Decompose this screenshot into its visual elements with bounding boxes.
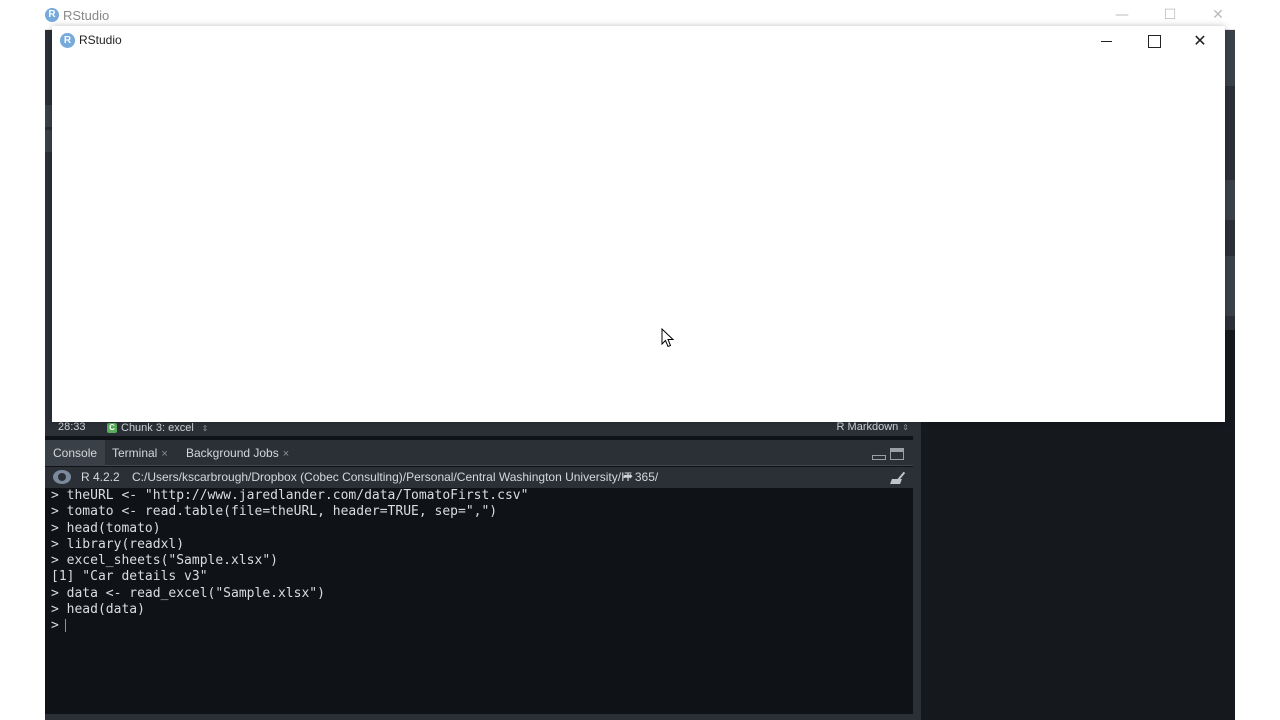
close-tab-icon[interactable]: × — [161, 448, 167, 460]
main-maximize-button[interactable]: ☐ — [1159, 6, 1181, 24]
console-path-bar: R 4.2.2 C:/Users/kscarbrough/Dropbox (Co… — [45, 467, 913, 488]
updown-arrow-icon: ⇕ — [201, 423, 209, 433]
console-line: > head(data) — [51, 602, 145, 618]
main-minimize-button[interactable]: — — [1111, 6, 1133, 24]
console-line: > data <- read_excel("Sample.xlsx") — [51, 585, 325, 601]
maximize-pane-icon[interactable] — [890, 448, 904, 460]
minimize-pane-icon[interactable] — [871, 448, 886, 460]
window-bottom-edge — [45, 714, 921, 720]
dialog-title-bar[interactable]: R RStudio ✕ — [52, 26, 1225, 56]
dialog-maximize-button[interactable] — [1130, 28, 1176, 54]
cursor-position: 28:33 — [58, 421, 86, 433]
environment-pane-edge — [1225, 30, 1235, 330]
tab-console-label: Console — [53, 446, 98, 460]
console-line: [1] "Car details v3" — [51, 569, 208, 585]
console-line: > library(readxl) — [51, 536, 185, 552]
document-type-label: R Markdown — [836, 421, 899, 433]
console-line: > tomato <- read.table(file=theURL, head… — [51, 504, 498, 520]
console-prompt-line[interactable]: > — [51, 618, 907, 634]
right-bottom-pane — [921, 422, 1235, 720]
console-line: > head(tomato) — [51, 520, 161, 536]
rstudio-app-icon: R — [60, 33, 75, 48]
tab-terminal[interactable]: Terminal × — [104, 440, 176, 466]
dialog-close-button[interactable]: ✕ — [1177, 28, 1223, 54]
close-tab-icon[interactable]: × — [283, 448, 289, 460]
console-tab-bar: Console Terminal × Background Jobs × — [45, 440, 913, 466]
console-line: > theURL <- "http://www.jaredlander.com/… — [51, 488, 529, 503]
tab-background-jobs[interactable]: Background Jobs × — [178, 440, 297, 466]
main-close-button[interactable]: ✕ — [1207, 6, 1229, 24]
editor-status-bar: 28:33 C Chunk 3: excel ⇕ R Markdown ⇕ — [45, 420, 921, 436]
tab-terminal-label: Terminal — [112, 446, 158, 460]
console-line: > excel_sheets("Sample.xlsx") — [51, 553, 278, 569]
chunk-icon: C — [107, 423, 117, 433]
dialog-title: RStudio — [79, 33, 122, 47]
r-version: R 4.2.2 — [81, 470, 120, 484]
dialog-minimize-button[interactable] — [1084, 28, 1130, 54]
clear-console-icon[interactable] — [889, 470, 907, 486]
chunk-selector[interactable]: C Chunk 3: excel ⇕ — [107, 420, 208, 436]
chunk-label: Chunk 3: excel — [121, 422, 194, 434]
updown-arrow-icon: ⇕ — [902, 423, 909, 432]
text-caret — [64, 619, 66, 633]
tab-console[interactable]: Console — [45, 440, 106, 466]
source-pane-edge — [45, 30, 52, 422]
document-type-selector[interactable]: R Markdown ⇕ — [837, 421, 909, 433]
console-pane: Console Terminal × Background Jobs × R 4.2… — [45, 436, 913, 714]
pane-splitter[interactable] — [913, 436, 921, 720]
rstudio-dialog-window: R RStudio ✕ — [52, 26, 1225, 422]
working-directory: C:/Users/kscarbrough/Dropbox (Cobec Cons… — [132, 470, 659, 484]
main-window-title: RStudio — [63, 8, 110, 23]
rstudio-app-icon: R — [45, 8, 59, 22]
console-prompt: > — [51, 618, 59, 634]
go-to-directory-icon[interactable]: ➦ — [623, 469, 633, 483]
tab-background-jobs-label: Background Jobs — [186, 446, 279, 460]
r-logo-icon — [53, 470, 71, 484]
screen: R RStudio — ☐ ✕ Fi 28:33 C Chunk 3: exce… — [0, 0, 1280, 720]
mouse-pointer-icon — [661, 328, 675, 348]
console-output[interactable]: > theURL <- "http://www.jaredlander.com/… — [51, 488, 907, 714]
